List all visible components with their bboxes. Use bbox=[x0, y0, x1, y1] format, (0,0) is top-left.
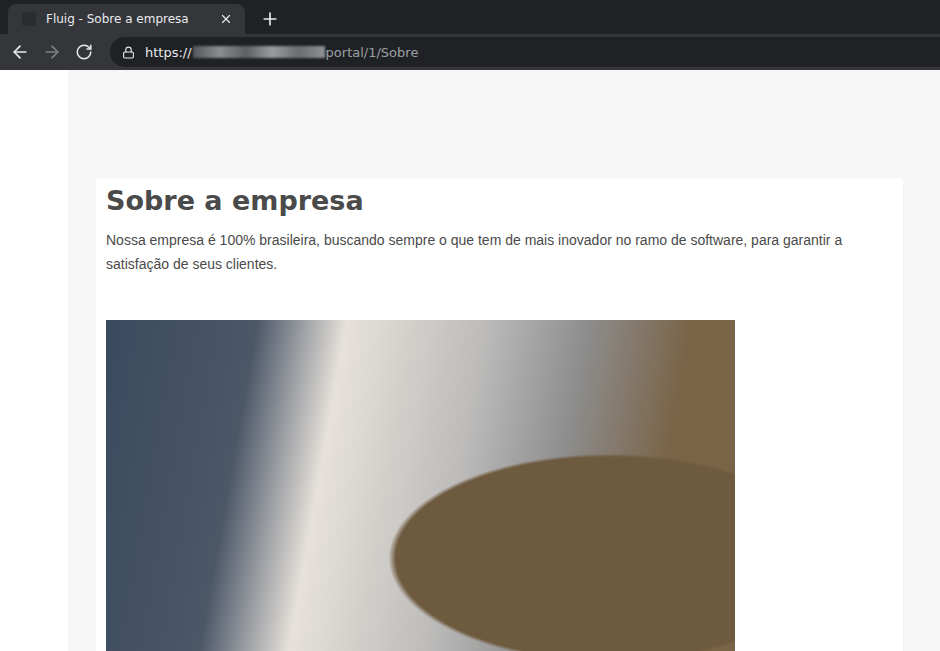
browser-tab[interactable]: Fluig - Sobre a empresa bbox=[8, 4, 245, 34]
tab-strip: Fluig - Sobre a empresa bbox=[0, 0, 940, 34]
blurred-host bbox=[193, 46, 325, 58]
favicon-icon bbox=[22, 12, 36, 26]
address-bar[interactable]: https://portal/1/Sobre bbox=[110, 37, 940, 67]
page: Sobre a empresa Nossa empresa é 100% bras… bbox=[0, 70, 940, 651]
page-paragraph: Nossa empresa é 100% brasileira, buscand… bbox=[106, 228, 893, 276]
toolbar: https://portal/1/Sobre bbox=[0, 34, 940, 70]
lock-icon bbox=[122, 46, 135, 59]
back-arrow-icon[interactable] bbox=[6, 38, 34, 66]
tab-title: Fluig - Sobre a empresa bbox=[46, 12, 207, 26]
reload-icon[interactable] bbox=[70, 38, 98, 66]
content-card: Sobre a empresa Nossa empresa é 100% bras… bbox=[96, 178, 903, 651]
left-strip bbox=[0, 70, 68, 651]
url: https://portal/1/Sobre bbox=[145, 45, 418, 60]
content-area: Sobre a empresa Nossa empresa é 100% bras… bbox=[68, 70, 940, 651]
page-heading: Sobre a empresa bbox=[106, 184, 893, 218]
plus-icon[interactable] bbox=[257, 6, 283, 32]
close-icon[interactable] bbox=[217, 10, 235, 28]
photo bbox=[106, 320, 735, 651]
forward-arrow-icon[interactable] bbox=[38, 38, 66, 66]
browser-window: Fluig - Sobre a empresa https://portal/1/… bbox=[0, 0, 940, 651]
